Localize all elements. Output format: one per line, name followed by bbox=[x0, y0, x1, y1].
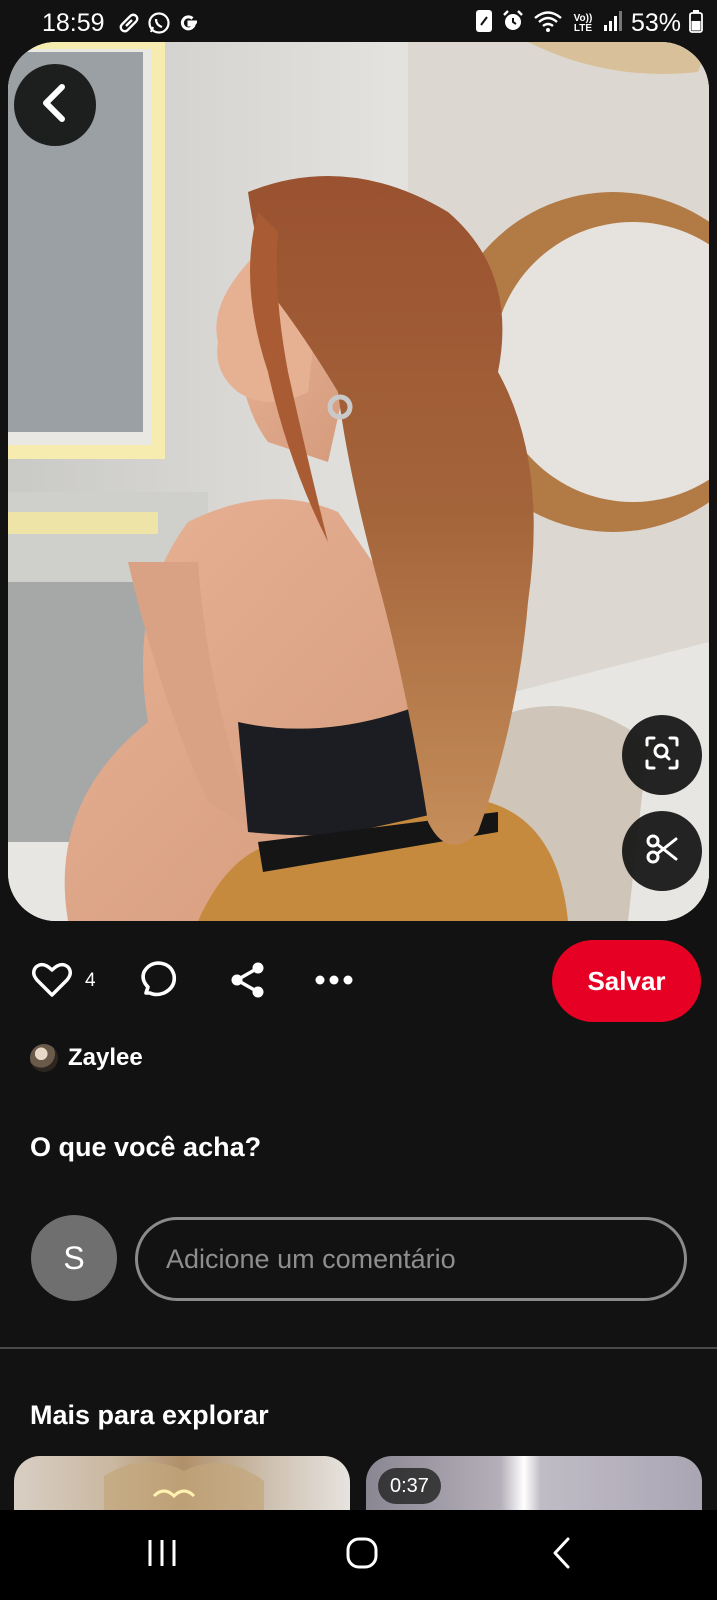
ellipsis-icon bbox=[314, 973, 354, 991]
status-right-icons: Vo)) LTE 53% bbox=[475, 9, 703, 38]
cutout-button[interactable] bbox=[622, 811, 702, 891]
creator-link[interactable]: Zaylee bbox=[30, 1044, 143, 1072]
more-options-button[interactable] bbox=[312, 968, 356, 996]
chevron-left-icon bbox=[550, 1536, 574, 1575]
recent-apps-button[interactable] bbox=[132, 1530, 192, 1580]
creator-avatar bbox=[30, 1044, 58, 1072]
nfc-icon bbox=[475, 9, 493, 38]
video-duration-badge: 0:37 bbox=[378, 1468, 441, 1504]
recent-apps-icon bbox=[145, 1538, 179, 1573]
creator-name: Zaylee bbox=[68, 1044, 143, 1071]
link-icon bbox=[117, 11, 141, 40]
explore-heading: Mais para explorar bbox=[30, 1400, 269, 1430]
wifi-icon bbox=[533, 9, 563, 38]
explore-card-thumbnail bbox=[104, 1462, 264, 1516]
pin-image[interactable] bbox=[8, 42, 709, 921]
user-avatar[interactable]: S bbox=[31, 1215, 117, 1301]
explore-card[interactable]: 0:37 bbox=[366, 1456, 702, 1516]
section-divider bbox=[0, 1347, 717, 1349]
volte-icon: Vo)) LTE bbox=[573, 12, 593, 34]
signal-icon bbox=[603, 9, 623, 38]
visual-search-button[interactable] bbox=[622, 715, 702, 795]
like-button[interactable] bbox=[30, 962, 74, 1002]
like-count: 4 bbox=[85, 970, 96, 991]
chevron-left-icon bbox=[38, 83, 72, 128]
pin-photo bbox=[8, 42, 709, 921]
status-bar: 18:59 Vo)) LTE 53% bbox=[0, 0, 717, 46]
home-icon bbox=[345, 1536, 379, 1575]
explore-card[interactable] bbox=[14, 1456, 350, 1516]
system-back-button[interactable] bbox=[532, 1530, 592, 1580]
heart-icon bbox=[32, 962, 72, 1003]
comment-input[interactable] bbox=[135, 1217, 687, 1301]
share-button[interactable] bbox=[226, 960, 270, 1004]
status-time: 18:59 bbox=[42, 9, 105, 37]
back-button[interactable] bbox=[14, 64, 96, 146]
scissors-icon bbox=[645, 832, 679, 871]
alarm-icon bbox=[501, 9, 525, 38]
battery-percent: 53% bbox=[630, 9, 681, 37]
comments-heading: O que você acha? bbox=[30, 1132, 262, 1162]
speech-bubble-icon bbox=[138, 960, 178, 1005]
save-button[interactable]: Salvar bbox=[552, 940, 701, 1022]
home-button[interactable] bbox=[332, 1530, 392, 1580]
system-nav-bar bbox=[0, 1510, 717, 1600]
pin-action-row: 4 Salvar bbox=[0, 940, 717, 1024]
lens-search-icon bbox=[644, 735, 680, 776]
share-icon bbox=[228, 960, 268, 1005]
whatsapp-icon bbox=[147, 11, 171, 40]
status-left-icons bbox=[117, 11, 201, 40]
comment-button[interactable] bbox=[136, 960, 180, 1004]
google-icon bbox=[177, 11, 201, 40]
battery-icon bbox=[689, 9, 703, 38]
